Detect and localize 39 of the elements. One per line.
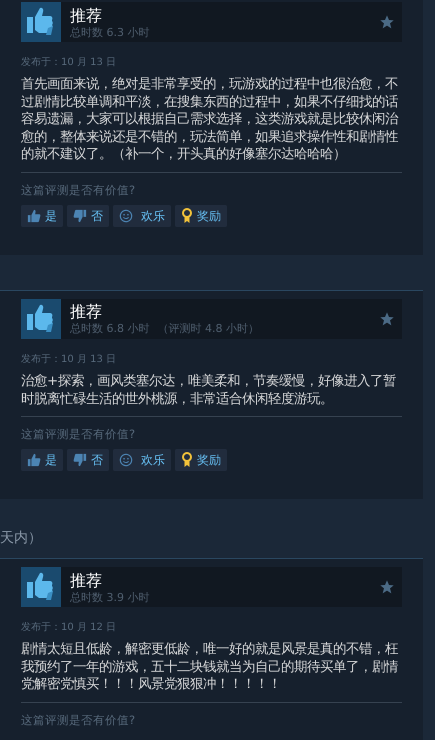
review-text: 剧情太短且低龄，解密更低龄，唯一好的就是风景是真的不错，枉我预约了一年的游戏，五十二块钱就当为自己的期待买单了，剧情党解密党慎买！！！风景党狠狠冲！！！！！ — [21, 641, 399, 694]
vote-button[interactable]: 是 — [21, 204, 63, 227]
vote-button[interactable]: 奖励 — [175, 204, 227, 227]
vote-button[interactable]: 否 — [67, 204, 109, 227]
star-icon[interactable] — [379, 579, 395, 596]
playtime-text: 总时数 6.8 小时 — [70, 322, 150, 336]
thumbs-up-icon — [21, 567, 61, 608]
recommendation-label: 推荐 — [70, 570, 103, 591]
section-heading: 天内） — [0, 530, 42, 546]
posted-date: 发布于：10 月 12 日 — [21, 621, 117, 636]
posted-date: 发布于：10 月 13 日 — [21, 352, 117, 367]
helpful-question: 这篇评测是否有价值? — [21, 427, 136, 442]
playtime-text: 总时数 3.9 小时 — [70, 590, 150, 604]
vote-button[interactable]: 欢乐 — [113, 204, 171, 227]
star-icon[interactable] — [379, 14, 395, 30]
helpful-question: 这篇评测是否有价值? — [21, 712, 136, 727]
recommendation-label: 推荐 — [70, 6, 103, 26]
thumbs-up-icon — [27, 453, 41, 468]
review-text: 首先画面来说，绝对是非常享受的，玩游戏的过程中也很治愈，不过剧情比较单调和平淡，在搜集东西的过程中，如果不仔细找的话容易遗漏，大家可以根据自己需求选择，这类游戏就是比较休闲治愈的，整体来说还是不错的，玩法简单，如果追求操作性和剧情性的就不建议了。（补一个，开头真的好像塞尔达哈哈哈） — [21, 76, 400, 164]
thumbs-down-icon — [73, 453, 87, 468]
review-playtime-text: （评测时 4.8 小时） — [158, 322, 259, 336]
award-icon — [181, 452, 193, 468]
smiley-icon — [119, 208, 133, 223]
thumbs-up-icon — [21, 2, 61, 42]
vote-button[interactable]: 是 — [21, 449, 63, 472]
star-icon[interactable] — [379, 310, 395, 327]
vote-button[interactable]: 欢乐 — [113, 449, 171, 472]
thumbs-up-icon — [27, 208, 41, 223]
thumbs-up-icon — [21, 298, 61, 339]
vote-button[interactable]: 否 — [67, 449, 109, 472]
helpful-question: 这篇评测是否有价值? — [21, 182, 136, 197]
playtime-text: 总时数 6.3 小时 — [70, 26, 150, 38]
posted-date: 发布于：10 月 13 日 — [21, 56, 117, 70]
award-icon — [181, 208, 193, 224]
recommendation-label: 推荐 — [70, 302, 103, 322]
smiley-icon — [119, 453, 133, 468]
thumbs-down-icon — [73, 208, 87, 223]
review-text: 治愈+探索，画风类塞尔达，唯美柔和，节奏缓慢，好像进入了暂时脱离忙碌生活的世外桃源，非常适合休闲轻度游玩。 — [21, 372, 398, 408]
vote-button[interactable]: 奖励 — [175, 449, 227, 472]
